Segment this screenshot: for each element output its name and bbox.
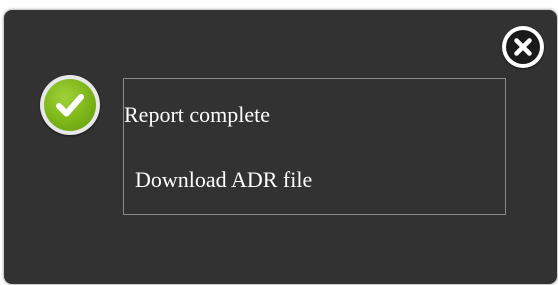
check-mark-icon xyxy=(56,94,84,117)
close-icon xyxy=(514,38,532,56)
close-button[interactable] xyxy=(502,26,544,68)
success-check-icon xyxy=(40,75,100,135)
report-dialog: Report complete Download ADR file xyxy=(4,10,557,284)
dialog-title: Report complete xyxy=(124,102,271,127)
message-box xyxy=(123,78,506,215)
download-adr-link[interactable]: Download ADR file xyxy=(135,167,312,193)
